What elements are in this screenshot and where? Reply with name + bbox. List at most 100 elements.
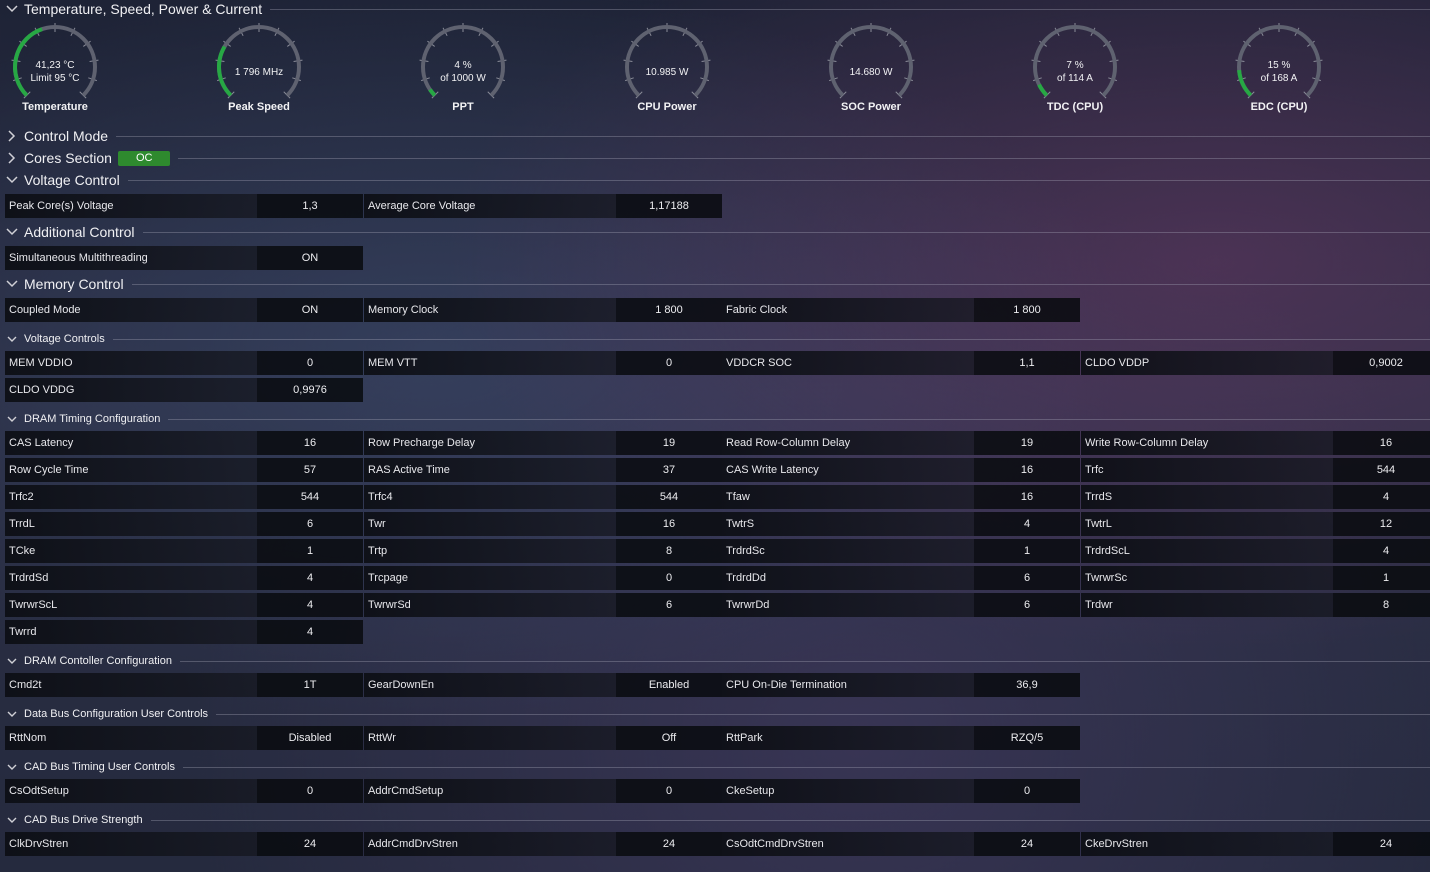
setting-row-trdrdsd[interactable]: TrdrdSd 4 (5, 566, 363, 590)
setting-row-tcke[interactable]: TCke 1 (5, 539, 363, 563)
setting-value[interactable]: 1 (257, 539, 363, 563)
chevron-right-icon[interactable] (5, 129, 19, 143)
setting-value[interactable]: 4 (1333, 485, 1430, 509)
setting-row-row-cycle-time[interactable]: Row Cycle Time 57 (5, 458, 363, 482)
section-cad-drive-header[interactable]: CAD Bus Drive Strength (0, 811, 1430, 829)
setting-row-vddcr-soc[interactable]: VDDCR SOC 1,1 (722, 351, 1080, 375)
setting-value[interactable]: Disabled (257, 726, 363, 750)
setting-value[interactable]: 1,17188 (616, 194, 722, 218)
setting-value[interactable]: 16 (616, 512, 722, 536)
setting-row-cldo-vddg[interactable]: CLDO VDDG 0,9976 (5, 378, 363, 402)
setting-value[interactable]: 24 (974, 832, 1080, 856)
setting-value[interactable]: RZQ/5 (974, 726, 1080, 750)
setting-row-ckedrvstren[interactable]: CkeDrvStren 24 (1081, 832, 1430, 856)
setting-row-addrcmdsetup[interactable]: AddrCmdSetup 0 (364, 779, 722, 803)
chevron-down-icon[interactable] (5, 654, 19, 668)
setting-value[interactable]: Off (616, 726, 722, 750)
section-voltage-controls-header[interactable]: Voltage Controls (0, 330, 1430, 348)
setting-value[interactable]: ON (257, 298, 363, 322)
setting-value[interactable]: 6 (616, 593, 722, 617)
setting-row-ras-active-time[interactable]: RAS Active Time 37 (364, 458, 722, 482)
setting-row-rttwr[interactable]: RttWr Off (364, 726, 722, 750)
setting-value[interactable]: 24 (257, 832, 363, 856)
setting-row-cmd2t[interactable]: Cmd2t 1T (5, 673, 363, 697)
setting-value[interactable]: Enabled (616, 673, 722, 697)
setting-row-trrds[interactable]: TrrdS 4 (1081, 485, 1430, 509)
setting-value[interactable]: 1,1 (974, 351, 1080, 375)
setting-value[interactable]: 0 (257, 779, 363, 803)
setting-value[interactable]: 57 (257, 458, 363, 482)
setting-value[interactable]: 0,9002 (1333, 351, 1430, 375)
setting-row-memory-clock[interactable]: Memory Clock 1 800 (364, 298, 722, 322)
setting-row-peak-core-s-voltage[interactable]: Peak Core(s) Voltage 1,3 (5, 194, 363, 218)
setting-value[interactable]: 6 (257, 512, 363, 536)
setting-row-simultaneous-multithreading[interactable]: Simultaneous Multithreading ON (5, 246, 363, 270)
setting-value[interactable]: 16 (974, 458, 1080, 482)
setting-row-write-row-column-delay[interactable]: Write Row-Column Delay 16 (1081, 431, 1430, 455)
setting-value[interactable]: 37 (616, 458, 722, 482)
setting-row-coupled-mode[interactable]: Coupled Mode ON (5, 298, 363, 322)
setting-value[interactable]: 1 800 (974, 298, 1080, 322)
setting-row-twrwrscl[interactable]: TwrwrScL 4 (5, 593, 363, 617)
section-temperature-header[interactable]: Temperature, Speed, Power & Current (0, 0, 1430, 18)
setting-value[interactable]: 1 (1333, 566, 1430, 590)
setting-value[interactable]: 4 (1333, 539, 1430, 563)
setting-row-twr[interactable]: Twr 16 (364, 512, 722, 536)
section-cad-timing-header[interactable]: CAD Bus Timing User Controls (0, 758, 1430, 776)
setting-row-fabric-clock[interactable]: Fabric Clock 1 800 (722, 298, 1080, 322)
setting-value[interactable]: 0,9976 (257, 378, 363, 402)
setting-value[interactable]: 4 (257, 620, 363, 644)
setting-row-cpu-on-die-termination[interactable]: CPU On-Die Termination 36,9 (722, 673, 1080, 697)
setting-row-twrrd[interactable]: Twrrd 4 (5, 620, 363, 644)
setting-value[interactable]: 6 (974, 566, 1080, 590)
setting-row-geardownen[interactable]: GearDownEn Enabled (364, 673, 722, 697)
setting-row-trdrdsc[interactable]: TrdrdSc 1 (722, 539, 1080, 563)
setting-value[interactable]: 4 (974, 512, 1080, 536)
section-dram-controller-header[interactable]: DRAM Contoller Configuration (0, 652, 1430, 670)
setting-row-average-core-voltage[interactable]: Average Core Voltage 1,17188 (364, 194, 722, 218)
setting-value[interactable]: 544 (1333, 458, 1430, 482)
chevron-down-icon[interactable] (5, 2, 19, 16)
setting-value[interactable]: 1,3 (257, 194, 363, 218)
setting-row-trfc2[interactable]: Trfc2 544 (5, 485, 363, 509)
setting-value[interactable]: 16 (257, 431, 363, 455)
setting-row-trdrdscl[interactable]: TrdrdScL 4 (1081, 539, 1430, 563)
setting-row-trfc[interactable]: Trfc 544 (1081, 458, 1430, 482)
setting-row-trfc4[interactable]: Trfc4 544 (364, 485, 722, 509)
chevron-down-icon[interactable] (5, 225, 19, 239)
setting-value[interactable]: 544 (616, 485, 722, 509)
setting-value[interactable]: 24 (616, 832, 722, 856)
setting-row-twrwrsd[interactable]: TwrwrSd 6 (364, 593, 722, 617)
section-control-mode-header[interactable]: Control Mode (0, 127, 1430, 145)
setting-value[interactable]: 19 (974, 431, 1080, 455)
setting-row-cldo-vddp[interactable]: CLDO VDDP 0,9002 (1081, 351, 1430, 375)
setting-row-twtrl[interactable]: TwtrL 12 (1081, 512, 1430, 536)
setting-value[interactable]: 16 (974, 485, 1080, 509)
chevron-down-icon[interactable] (5, 760, 19, 774)
setting-row-trrdl[interactable]: TrrdL 6 (5, 512, 363, 536)
setting-row-trdwr[interactable]: Trdwr 8 (1081, 593, 1430, 617)
setting-value[interactable]: 0 (616, 351, 722, 375)
setting-value[interactable]: 12 (1333, 512, 1430, 536)
setting-value[interactable]: 0 (616, 566, 722, 590)
chevron-down-icon[interactable] (5, 277, 19, 291)
setting-row-csodtcmddrvstren[interactable]: CsOdtCmdDrvStren 24 (722, 832, 1080, 856)
setting-row-trtp[interactable]: Trtp 8 (364, 539, 722, 563)
setting-row-cas-write-latency[interactable]: CAS Write Latency 16 (722, 458, 1080, 482)
setting-row-twtrs[interactable]: TwtrS 4 (722, 512, 1080, 536)
setting-value[interactable]: 36,9 (974, 673, 1080, 697)
setting-value[interactable]: 1 800 (616, 298, 722, 322)
setting-row-addrcmddrvstren[interactable]: AddrCmdDrvStren 24 (364, 832, 722, 856)
setting-row-mem-vddio[interactable]: MEM VDDIO 0 (5, 351, 363, 375)
setting-row-trcpage[interactable]: Trcpage 0 (364, 566, 722, 590)
setting-value[interactable]: 0 (974, 779, 1080, 803)
section-voltage-control-header[interactable]: Voltage Control (0, 171, 1430, 189)
setting-value[interactable]: 0 (257, 351, 363, 375)
chevron-right-icon[interactable] (5, 151, 19, 165)
setting-row-ckesetup[interactable]: CkeSetup 0 (722, 779, 1080, 803)
setting-row-rttnom[interactable]: RttNom Disabled (5, 726, 363, 750)
section-cores-header[interactable]: Cores Section OC (0, 149, 1430, 167)
setting-row-read-row-column-delay[interactable]: Read Row-Column Delay 19 (722, 431, 1080, 455)
chevron-down-icon[interactable] (5, 332, 19, 346)
setting-row-tfaw[interactable]: Tfaw 16 (722, 485, 1080, 509)
